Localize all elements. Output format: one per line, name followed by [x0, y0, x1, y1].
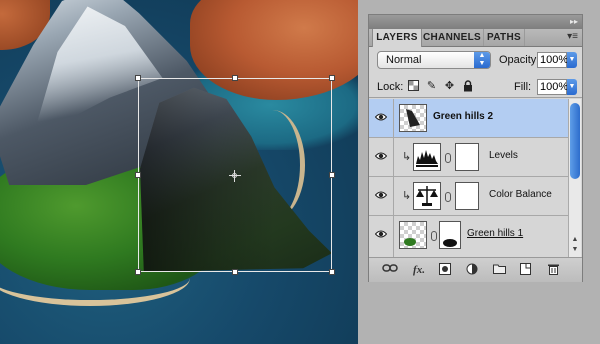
panel-menu-icon[interactable]: ▾≡ — [567, 31, 578, 42]
transform-handle-right[interactable] — [329, 172, 335, 178]
tab-channels[interactable]: CHANNELS — [421, 29, 484, 46]
lock-transparency-icon[interactable] — [407, 80, 420, 93]
adjustment-layer-icon[interactable] — [463, 263, 481, 277]
eye-icon — [375, 229, 387, 239]
visibility-toggle[interactable] — [369, 177, 394, 215]
layer-mask-thumbnail[interactable] — [439, 221, 461, 249]
lock-fill-row: Lock: ✎ ✥ Fill: 100% ▼ — [369, 77, 582, 98]
trash-icon[interactable] — [545, 263, 561, 277]
fill-label: Fill: — [514, 81, 532, 93]
document-canvas[interactable] — [0, 0, 358, 344]
panel-footer: fx. — [369, 257, 582, 282]
layer-name: Levels — [489, 150, 518, 161]
panel-tabs: LAYERS CHANNELS PATHS ▾≡ — [369, 29, 582, 47]
link-layers-icon[interactable] — [381, 263, 399, 277]
lock-label: Lock: — [377, 81, 404, 93]
transform-handle-left[interactable] — [135, 172, 141, 178]
mask-link-icon[interactable] — [445, 153, 451, 163]
transform-handle-top-right[interactable] — [329, 75, 335, 81]
visibility-toggle[interactable] — [369, 138, 394, 176]
layer-name: Green hills 2 — [433, 111, 494, 122]
fill-dropdown-icon[interactable]: ▼ — [567, 79, 577, 95]
blend-opacity-row: Normal ▲ ▼ Opacity: 100% ▼ — [369, 51, 582, 73]
color-balance-adjustment-icon[interactable] — [413, 182, 441, 210]
opacity-label: Opacity: — [499, 54, 540, 66]
lock-image-pixels-icon[interactable]: ✎ — [425, 80, 438, 93]
clipping-mask-arrow-icon: ↳ — [402, 151, 412, 163]
collapse-panel-icon[interactable]: ▸▸ — [570, 17, 578, 26]
clipping-mask-arrow-icon: ↳ — [402, 190, 412, 202]
eye-icon — [375, 112, 387, 122]
transform-reference-point-icon[interactable] — [229, 170, 241, 182]
layer-row[interactable]: ↳ Levels — [369, 138, 568, 177]
mask-link-icon[interactable] — [431, 231, 437, 241]
scroll-down-icon[interactable]: ▼ — [570, 245, 580, 255]
panel-title-bar[interactable]: ▸▸ — [369, 15, 582, 29]
layer-name: Green hills 1 — [467, 228, 524, 239]
layer-thumbnail — [399, 221, 427, 249]
fill-input[interactable]: 100% — [537, 79, 568, 95]
layers-scrollbar[interactable]: ▲ ▼ — [568, 99, 581, 257]
scrollbar-thumb[interactable] — [570, 103, 580, 179]
transform-handle-bottom-right[interactable] — [329, 269, 335, 275]
tab-layers[interactable]: LAYERS — [372, 29, 422, 47]
visibility-toggle[interactable] — [369, 99, 394, 137]
add-mask-icon[interactable] — [437, 263, 453, 277]
levels-adjustment-icon[interactable] — [413, 143, 441, 171]
transform-handle-top[interactable] — [232, 75, 238, 81]
new-group-icon[interactable] — [491, 263, 507, 277]
transform-handle-bottom-left[interactable] — [135, 269, 141, 275]
layer-thumbnail — [399, 104, 427, 132]
fx-icon[interactable]: fx. — [409, 263, 429, 277]
layers-panel: ▸▸ LAYERS CHANNELS PATHS ▾≡ Normal ▲ ▼ Op… — [368, 14, 583, 282]
select-arrows-icon: ▲ ▼ — [474, 52, 490, 68]
layer-name: Color Balance — [489, 189, 552, 200]
tab-paths[interactable]: PATHS — [484, 29, 525, 46]
new-layer-icon[interactable] — [517, 263, 533, 277]
transform-handle-bottom[interactable] — [232, 269, 238, 275]
visibility-toggle[interactable] — [369, 216, 394, 257]
mask-link-icon[interactable] — [445, 192, 451, 202]
layer-row[interactable]: Green hills 1 — [369, 216, 568, 257]
layer-row[interactable]: ↳ Color Balance — [369, 177, 568, 216]
opacity-dropdown-icon[interactable]: ▼ — [567, 52, 577, 68]
lock-position-icon[interactable]: ✥ — [443, 80, 456, 93]
eye-icon — [375, 151, 387, 161]
lock-all-icon[interactable] — [461, 80, 474, 93]
opacity-input[interactable]: 100% — [537, 52, 568, 68]
layer-mask-thumbnail[interactable] — [455, 143, 479, 171]
layer-row[interactable]: Green hills 2 — [369, 99, 568, 138]
blend-mode-value: Normal — [386, 54, 422, 66]
blend-mode-select[interactable]: Normal ▲ ▼ — [377, 51, 491, 69]
scroll-up-icon[interactable]: ▲ — [570, 235, 580, 245]
layers-list: Green hills 2 ↳ Levels ↳ Color Balance G… — [369, 99, 568, 257]
layer-mask-thumbnail[interactable] — [455, 182, 479, 210]
transform-handle-top-left[interactable] — [135, 75, 141, 81]
eye-icon — [375, 190, 387, 200]
